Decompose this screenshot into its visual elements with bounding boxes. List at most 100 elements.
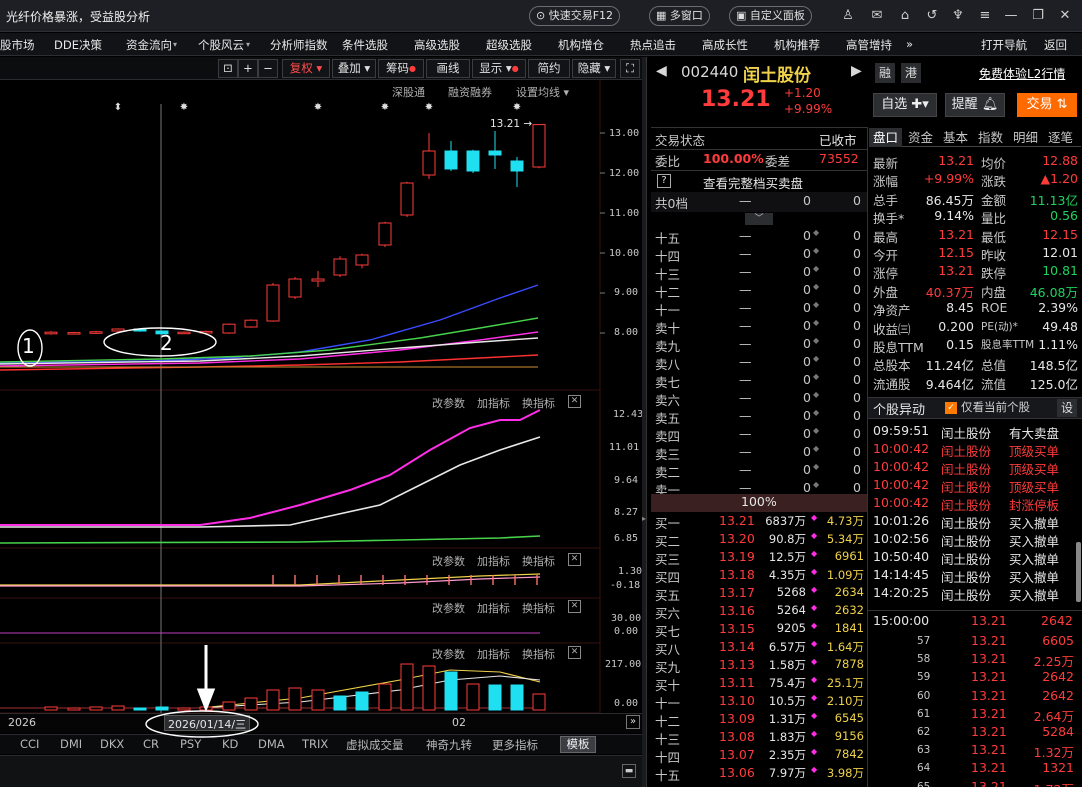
display-button[interactable]: 显示 ▾●	[472, 59, 526, 78]
menu-item-market[interactable]: 股市场	[0, 37, 35, 53]
buy-level-price[interactable]: 13.08	[719, 729, 755, 747]
sell-level-price[interactable]: —	[739, 408, 752, 426]
add-indicator-button[interactable]: 加指标	[477, 395, 510, 411]
close-panel-icon[interactable]: ✕	[568, 600, 581, 613]
buy-level-price[interactable]: 13.09	[719, 711, 755, 729]
buy-level-price[interactable]: 13.20	[719, 531, 755, 549]
menu-item-analyst-index[interactable]: 分析师指数	[270, 37, 328, 53]
plus-icon[interactable]: +	[238, 59, 258, 78]
switch-indicator-button[interactable]: 换指标	[522, 600, 555, 616]
menu-item-high-growth[interactable]: 高成长性	[702, 37, 748, 53]
full-orderbook-link[interactable]: 查看完整档买卖盘	[703, 173, 803, 191]
buy-level-price[interactable]: 13.17	[719, 585, 755, 603]
sell-level-price[interactable]: —	[739, 282, 752, 300]
trade-button[interactable]: 交易 ⇅	[1017, 93, 1077, 117]
menu-item-fund-flow[interactable]: 资金流向	[126, 37, 172, 53]
prev-stock-icon[interactable]: ◀	[656, 63, 667, 79]
modify-params-button[interactable]: 改参数	[432, 646, 465, 662]
tab-order-book[interactable]: 盘口	[869, 128, 902, 147]
add-indicator-button[interactable]: 加指标	[477, 646, 510, 662]
sell-level-price[interactable]: —	[739, 390, 752, 408]
menu-more-button[interactable]: »	[906, 37, 913, 51]
sell-level-price[interactable]: —	[739, 462, 752, 480]
expand-depth-icon[interactable]: ﹀	[745, 213, 773, 225]
multi-window-button[interactable]: ▦ 多窗口	[649, 6, 710, 26]
anomaly-stock[interactable]: 闰土股份	[941, 441, 991, 459]
minus-icon[interactable]: −	[258, 59, 278, 78]
buy-level-price[interactable]: 13.07	[719, 747, 755, 765]
sell-level-price[interactable]: —	[739, 246, 752, 264]
tab-cr[interactable]: CR	[143, 737, 159, 751]
buy-level-price[interactable]: 13.21	[719, 513, 755, 531]
tab-dmi[interactable]: DMI	[60, 737, 82, 751]
anomaly-stock[interactable]: 闰土股份	[941, 459, 991, 477]
collapse-arrow-icon[interactable]: »	[626, 715, 640, 729]
tab-dma[interactable]: DMA	[258, 737, 285, 751]
close-panel-icon[interactable]: ✕	[568, 395, 581, 408]
buy-level-price[interactable]: 13.10	[719, 693, 755, 711]
anomaly-settings-button[interactable]: 设	[1057, 399, 1077, 417]
tab-tick-by-tick[interactable]: 逐笔	[1044, 128, 1077, 147]
sell-level-price[interactable]: —	[739, 336, 752, 354]
sell-level-price[interactable]: —	[739, 264, 752, 282]
overlay-button[interactable]: 叠加 ▾	[332, 59, 376, 78]
sell-level-price[interactable]: —	[739, 300, 752, 318]
user-icon[interactable]: ♙	[840, 8, 856, 24]
menu-item-hotspot[interactable]: 热点追击	[630, 37, 676, 53]
menu-item-institution-add[interactable]: 机构增仓	[558, 37, 604, 53]
draw-line-button[interactable]: 画线	[426, 59, 470, 78]
tab-dkx[interactable]: DKX	[100, 737, 124, 751]
modify-params-button[interactable]: 改参数	[432, 395, 465, 411]
tab-virtual-volume[interactable]: 虚拟成交量	[346, 737, 404, 753]
back-button[interactable]: 返回	[1044, 37, 1067, 53]
menu-item-super-pick[interactable]: 超级选股	[486, 37, 532, 53]
anomaly-scrollbar[interactable]	[1076, 542, 1081, 602]
switch-indicator-button[interactable]: 换指标	[522, 395, 555, 411]
menu-item-advanced-pick[interactable]: 高级选股	[414, 37, 460, 53]
menu-item-inst-recommend[interactable]: 机构推荐	[774, 37, 820, 53]
sell-level-price[interactable]: —	[739, 354, 752, 372]
menu-item-exec-increase[interactable]: 高管增持	[846, 37, 892, 53]
close-panel-icon[interactable]: ✕	[568, 646, 581, 659]
anomaly-stock[interactable]: 闰土股份	[941, 477, 991, 495]
checkbox-checked-icon[interactable]: ✓	[945, 402, 957, 414]
close-icon[interactable]: ✕	[1057, 8, 1073, 24]
minimize-panel-icon[interactable]: ▬	[622, 764, 636, 778]
sell-level-price[interactable]: —	[739, 426, 752, 444]
hide-button[interactable]: 隐藏 ▾	[572, 59, 616, 78]
anomaly-stock[interactable]: 闰土股份	[941, 567, 991, 585]
template-tab[interactable]: 模板	[560, 736, 596, 753]
quick-trade-button[interactable]: ⊙ 快速交易F12	[529, 6, 621, 26]
buy-level-price[interactable]: 13.16	[719, 603, 755, 621]
modify-params-button[interactable]: 改参数	[432, 600, 465, 616]
link-ma-settings[interactable]: 设置均线 ▾	[516, 84, 569, 100]
margin-badge[interactable]: 融	[875, 63, 895, 83]
help-icon[interactable]: ?	[657, 174, 671, 188]
minimize-icon[interactable]: —	[1003, 8, 1019, 24]
tab-kd[interactable]: KD	[222, 737, 238, 751]
sell-level-price[interactable]: —	[739, 228, 752, 246]
anomaly-stock[interactable]: 闰土股份	[941, 513, 991, 531]
restore-icon[interactable]: ❐	[1030, 8, 1046, 24]
anomaly-stock[interactable]: 闰土股份	[941, 531, 991, 549]
menu-item-stock-wind[interactable]: 个股风云	[198, 37, 244, 53]
hk-connect-badge[interactable]: 港	[901, 63, 921, 83]
add-indicator-button[interactable]: 加指标	[477, 600, 510, 616]
lock-icon[interactable]: ⊡	[218, 59, 238, 78]
watchlist-button[interactable]: 自选 ✚▾	[873, 93, 937, 117]
kline-chart[interactable]: ⬍ ✸ ✸ ✸ ✸ ✸	[0, 80, 642, 787]
tab-psy[interactable]: PSY	[180, 737, 201, 751]
back-icon[interactable]: ↺	[924, 8, 940, 24]
anomaly-stock[interactable]: 闰土股份	[941, 423, 991, 441]
anomaly-stock[interactable]: 闰土股份	[941, 585, 991, 603]
menu-item-dde[interactable]: DDE决策	[54, 37, 102, 53]
tab-more-indicators[interactable]: 更多指标	[492, 737, 538, 753]
sell-level-price[interactable]: —	[739, 372, 752, 390]
switch-indicator-button[interactable]: 换指标	[522, 553, 555, 569]
buy-level-price[interactable]: 13.13	[719, 657, 755, 675]
sell-level-price[interactable]: —	[739, 444, 752, 462]
buy-level-price[interactable]: 13.06	[719, 765, 755, 783]
chips-button[interactable]: 筹码●	[378, 59, 424, 78]
link-margin-trading[interactable]: 融资融券	[448, 84, 492, 100]
tab-index[interactable]: 指数	[974, 128, 1007, 147]
